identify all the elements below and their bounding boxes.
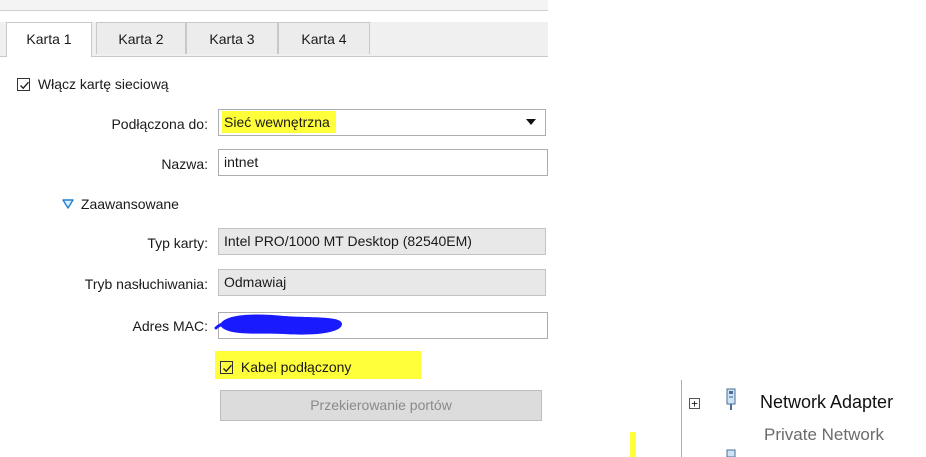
cable-connected-checkbox[interactable] [220, 360, 233, 374]
promiscuous-mode-label: Tryb nasłuchiwania: [84, 276, 208, 292]
advanced-toggle[interactable]: Zaawansowane [62, 193, 179, 213]
enable-adapter-checkbox[interactable] [17, 77, 30, 91]
network-adapter-subtitle: Private Network [764, 425, 884, 444]
adapter-type-value: Intel PRO/1000 MT Desktop (82540EM) [224, 233, 472, 249]
triangle-down-icon [62, 199, 74, 209]
chevron-down-icon [526, 119, 536, 125]
tree-connector-line [681, 380, 682, 457]
advanced-label: Zaawansowane [80, 196, 179, 213]
port-forwarding-button[interactable]: Przekierowanie portów [220, 390, 542, 421]
enable-adapter-label: Włącz kartę sieciową [37, 76, 169, 93]
adapter-type-label: Typ karty: [147, 235, 208, 251]
expand-toggle[interactable]: + [689, 398, 700, 409]
cable-connected-label: Kabel podłączony [240, 359, 352, 376]
tab-karta-3[interactable]: Karta 3 [186, 22, 278, 54]
attached-to-select[interactable]: Sieć wewnętrzna [218, 109, 546, 136]
attached-to-label: Podłączona do: [111, 116, 208, 132]
highlight-mark [630, 432, 636, 457]
name-combobox[interactable]: intnet [218, 149, 548, 176]
tab-karta-1[interactable]: Karta 1 [6, 22, 92, 57]
network-adapter-title[interactable]: Network Adapter [760, 392, 893, 413]
cable-connected-row[interactable]: Kabel podłączony [220, 357, 351, 375]
adapter-type-select[interactable]: Intel PRO/1000 MT Desktop (82540EM) [218, 228, 546, 255]
attached-to-value: Sieć wewnętrzna [222, 111, 336, 133]
promiscuous-mode-value: Odmawiaj [224, 274, 287, 290]
network-adapter-icon [726, 388, 736, 410]
promiscuous-mode-select[interactable]: Odmawiaj [218, 269, 546, 296]
checkmark-icon [223, 364, 233, 373]
tab-karta-4[interactable]: Karta 4 [278, 22, 370, 54]
mac-address-label: Adres MAC: [132, 318, 208, 334]
window-top-strip [0, 0, 548, 11]
enable-adapter-row[interactable]: Włącz kartę sieciową [17, 74, 169, 92]
checkmark-icon [20, 81, 30, 90]
name-label: Nazwa: [161, 156, 208, 172]
mac-redaction-scribble [214, 314, 342, 335]
adapter-icon-partial [726, 449, 736, 457]
name-value: intnet [224, 154, 259, 170]
tab-karta-2[interactable]: Karta 2 [96, 22, 186, 54]
